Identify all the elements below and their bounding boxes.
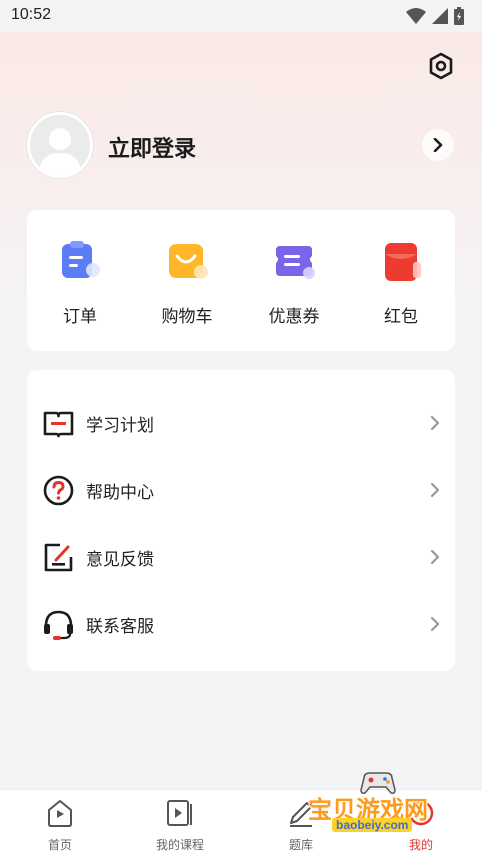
menu-item-study-plan[interactable]: 学习计划 [27,401,455,445]
status-time: 10:52 [11,6,52,23]
chevron-right-icon [433,138,443,152]
menu-item-label: 帮助中心 [86,483,154,503]
quick-action-label: 购物车 [161,307,213,327]
nav-label: 首页 [47,838,72,852]
quick-action-cart[interactable]: 购物车 [147,240,227,327]
study-plan-icon [43,411,74,438]
nav-item-my-courses[interactable]: 我的课程 [140,798,220,853]
help-center-icon [43,475,74,506]
menu-item-label: 意见反馈 [86,550,154,570]
home-icon [48,800,72,827]
quick-action-label: 订单 [63,307,97,327]
my-courses-icon [167,800,192,826]
nav-item-home[interactable]: 首页 [20,798,100,853]
menu-item-feedback[interactable]: 意见反馈 [27,535,455,579]
battery-icon [454,7,464,25]
avatar[interactable] [27,112,93,178]
cart-icon [169,244,208,279]
profile-arrow-button[interactable] [422,129,454,161]
nav-label: 我的课程 [155,838,204,852]
chevron-right-icon [430,482,440,498]
avatar-placeholder-icon [30,115,90,175]
chevron-right-icon [430,616,440,632]
red-packet-icon [385,243,421,281]
quick-action-label: 优惠券 [268,307,320,327]
chevron-right-icon [430,415,440,431]
settings-button[interactable] [426,51,456,81]
chevron-right-icon [430,549,440,565]
signal-icon [432,8,448,24]
status-icons [406,7,464,25]
quick-action-order[interactable]: 订单 [40,240,120,327]
quick-action-coupon[interactable]: 优惠券 [254,240,334,327]
menu-item-label: 联系客服 [86,617,154,637]
login-label[interactable]: 立即登录 [108,131,196,163]
quick-action-label: 红包 [384,307,418,327]
status-bar: 10:52 [0,0,482,32]
profile-login-row[interactable]: 立即登录 [27,112,455,178]
feedback-icon [44,543,73,572]
wifi-icon [406,8,426,24]
watermark: 宝贝游戏网 baobeiy.com [300,770,460,840]
order-icon [62,241,100,278]
settings-icon [429,52,453,80]
menu-item-label: 学习计划 [86,416,154,436]
watermark-url: baobeiy.com [332,818,413,832]
coupon-icon [276,246,315,279]
quick-actions-card: 订单 购物车 优惠券 红包 [27,210,455,351]
customer-service-icon [44,610,73,640]
menu-item-help-center[interactable]: 帮助中心 [27,468,455,512]
menu-item-customer-service[interactable]: 联系客服 [27,602,455,646]
menu-card: 学习计划 帮助中心 意见反馈 联系客服 [27,370,455,671]
quick-action-red-packet[interactable]: 红包 [361,240,441,327]
